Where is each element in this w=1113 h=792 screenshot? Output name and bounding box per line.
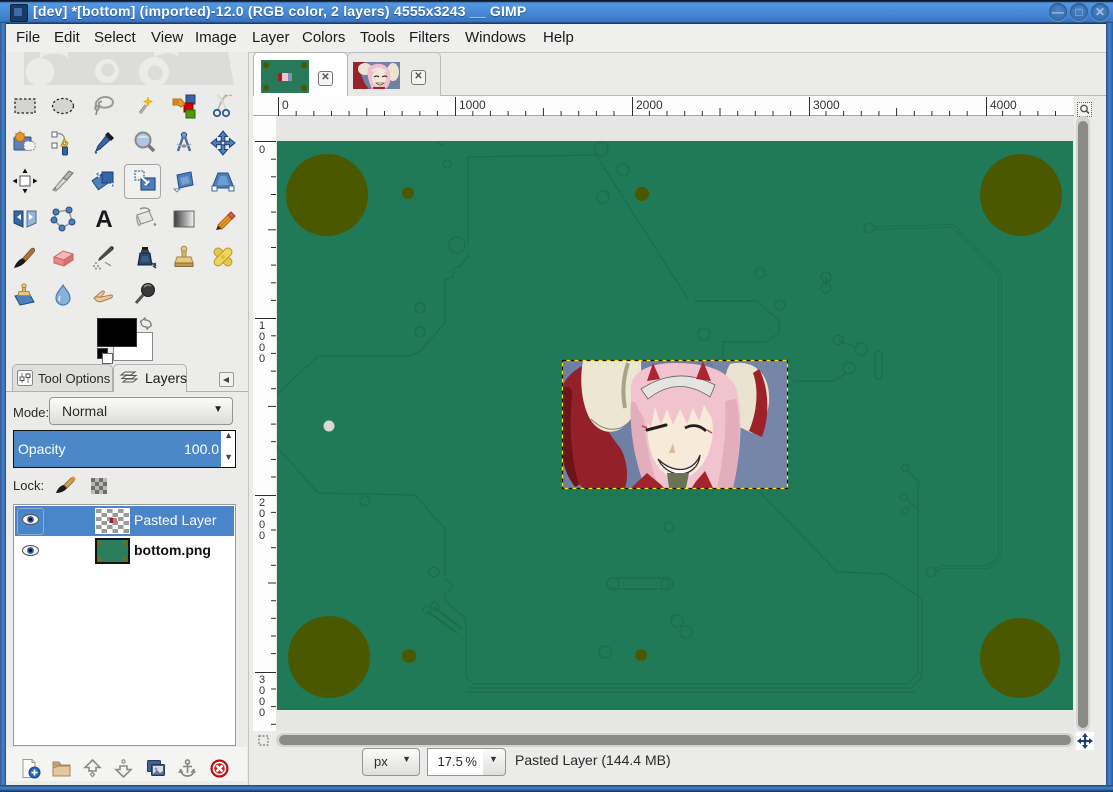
- svg-text:4000: 4000: [990, 98, 1017, 112]
- svg-text:0: 0: [259, 707, 265, 719]
- svg-text:3000: 3000: [813, 98, 840, 112]
- svg-text:0: 0: [259, 353, 265, 365]
- svg-text:A: A: [95, 206, 112, 232]
- svg-text:2000: 2000: [636, 98, 663, 112]
- svg-text:0: 0: [259, 530, 265, 542]
- svg-text:0: 0: [282, 98, 289, 112]
- svg-text:0: 0: [259, 144, 265, 156]
- svg-text:1000: 1000: [459, 98, 486, 112]
